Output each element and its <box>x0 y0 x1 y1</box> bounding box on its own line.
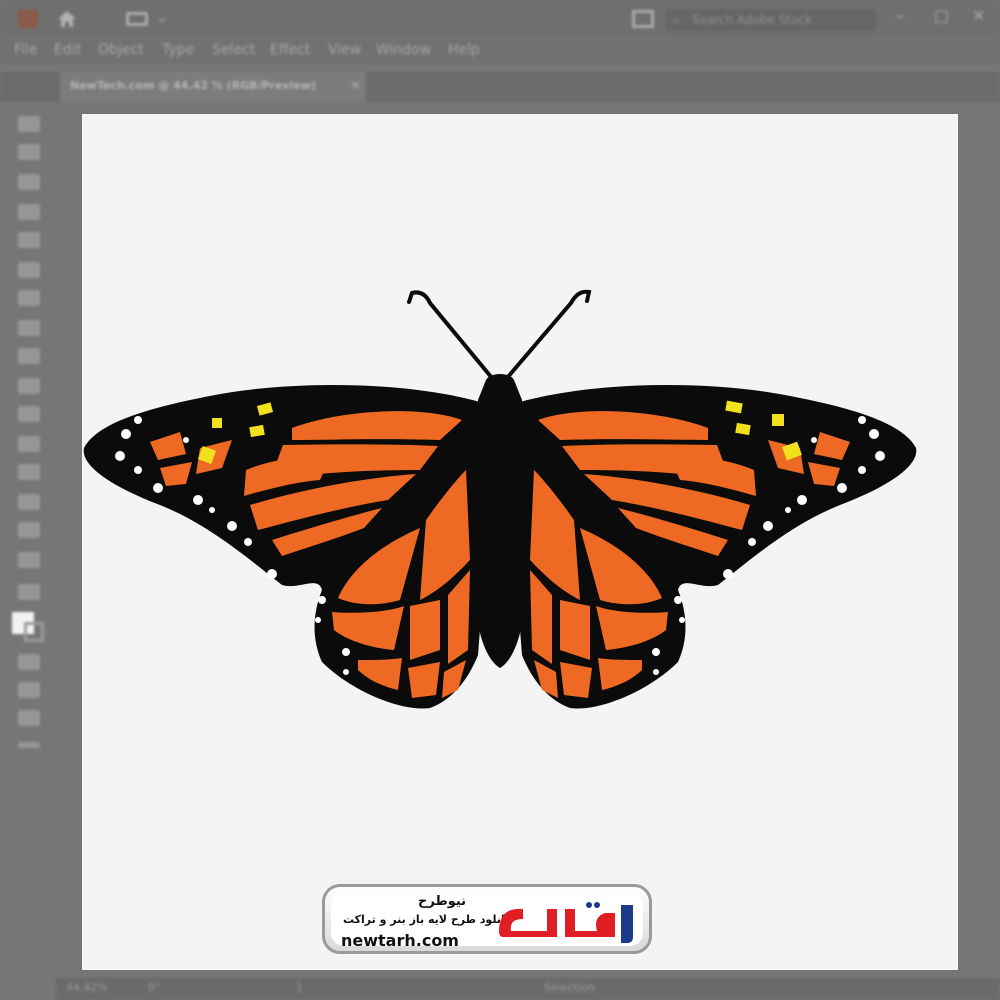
artboard-number[interactable]: 1 <box>296 981 303 994</box>
newtarh-logo <box>499 902 633 943</box>
left-wing <box>83 384 490 709</box>
right-wing <box>510 384 917 709</box>
watermark-badge: نیوطرح دانلود طرح لایه باز بنر و تراکت n… <box>322 884 652 954</box>
rotation-value[interactable]: 0° <box>148 981 161 994</box>
watermark-tagline: دانلود طرح لایه باز بنر و تراکت <box>343 913 511 926</box>
watermark-brand: نیوطرح <box>418 894 467 909</box>
butterfly-body <box>476 374 524 668</box>
antennae <box>407 289 592 380</box>
zoom-level[interactable]: 44.42% <box>66 981 108 994</box>
current-tool-name: Selection <box>544 981 595 994</box>
status-bar: 44.42% 0° 1 Selection <box>56 978 1000 1000</box>
butterfly-artwork[interactable] <box>0 0 1000 1000</box>
watermark-url: newtarh.com <box>341 931 459 950</box>
